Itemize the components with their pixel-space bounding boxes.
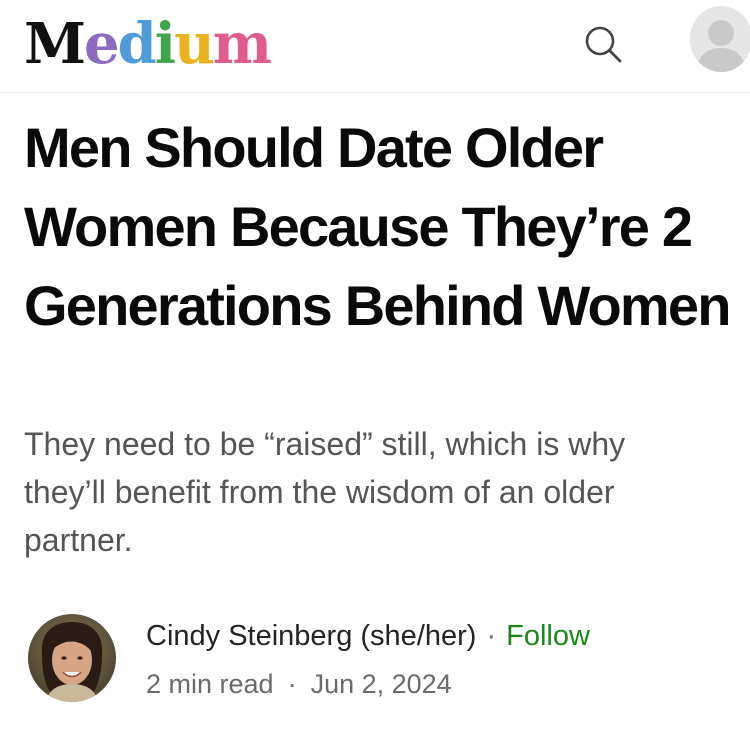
search-button[interactable] bbox=[578, 20, 628, 70]
separator-dot: · bbox=[486, 620, 497, 652]
article-page: M e d i u m Men Should Date Older Women … bbox=[0, 0, 750, 745]
medium-logo[interactable]: M e d i u m bbox=[24, 4, 272, 84]
top-navigation-bar: M e d i u m bbox=[0, 0, 750, 93]
logo-letter: e bbox=[84, 11, 120, 77]
publish-date: Jun 2, 2024 bbox=[310, 669, 452, 699]
logo-letter: M bbox=[24, 11, 86, 77]
logo-letter: i bbox=[154, 11, 176, 77]
article-subtitle: They need to be “raised” still, which is… bbox=[24, 426, 626, 558]
user-avatar-icon bbox=[690, 6, 750, 72]
logo-letter: d bbox=[117, 11, 157, 77]
meta-separator-dot: · bbox=[287, 669, 297, 699]
search-icon bbox=[585, 26, 622, 63]
author-avatar[interactable] bbox=[28, 614, 116, 702]
user-avatar-button[interactable] bbox=[690, 6, 750, 72]
article-meta: 2 min read · Jun 2, 2024 bbox=[146, 662, 452, 706]
author-line: Cindy Steinberg (she/her) · Follow bbox=[146, 612, 590, 660]
follow-button[interactable]: Follow bbox=[506, 620, 590, 652]
read-time: 2 min read bbox=[146, 669, 274, 699]
author-name[interactable]: Cindy Steinberg (she/her) bbox=[146, 620, 476, 652]
logo-letter: m bbox=[212, 11, 272, 77]
logo-letter: u bbox=[174, 11, 215, 77]
article-title: Men Should Date Older Women Because They… bbox=[24, 116, 731, 337]
author-photo bbox=[28, 614, 116, 702]
